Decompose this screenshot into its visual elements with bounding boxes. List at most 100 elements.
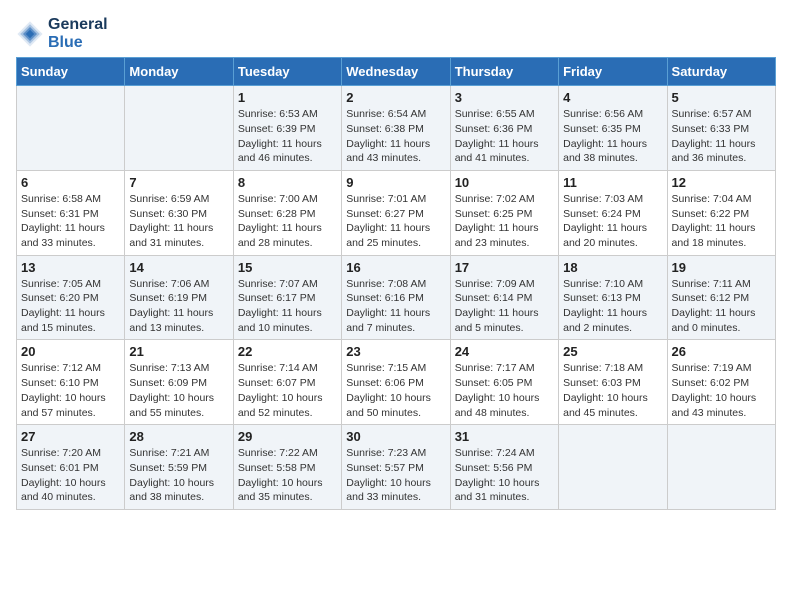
weekday-header-row: SundayMondayTuesdayWednesdayThursdayFrid…: [17, 58, 776, 86]
day-info: Sunrise: 7:09 AM Sunset: 6:14 PM Dayligh…: [455, 277, 554, 336]
day-info: Sunrise: 7:05 AM Sunset: 6:20 PM Dayligh…: [21, 277, 120, 336]
day-info: Sunrise: 7:24 AM Sunset: 5:56 PM Dayligh…: [455, 446, 554, 505]
day-number: 22: [238, 344, 337, 359]
day-number: 14: [129, 260, 228, 275]
day-info: Sunrise: 7:06 AM Sunset: 6:19 PM Dayligh…: [129, 277, 228, 336]
day-number: 13: [21, 260, 120, 275]
calendar-header: SundayMondayTuesdayWednesdayThursdayFrid…: [17, 58, 776, 86]
day-info: Sunrise: 7:10 AM Sunset: 6:13 PM Dayligh…: [563, 277, 662, 336]
day-info: Sunrise: 7:21 AM Sunset: 5:59 PM Dayligh…: [129, 446, 228, 505]
weekday-header-monday: Monday: [125, 58, 233, 86]
day-number: 20: [21, 344, 120, 359]
calendar-day-10: 10 Sunrise: 7:02 AM Sunset: 6:25 PM Dayli…: [450, 170, 558, 255]
day-info: Sunrise: 7:08 AM Sunset: 6:16 PM Dayligh…: [346, 277, 445, 336]
day-number: 5: [672, 90, 771, 105]
day-number: 15: [238, 260, 337, 275]
day-info: Sunrise: 7:18 AM Sunset: 6:03 PM Dayligh…: [563, 361, 662, 420]
day-number: 30: [346, 429, 445, 444]
calendar-week-row: 1 Sunrise: 6:53 AM Sunset: 6:39 PM Daylig…: [17, 86, 776, 171]
logo: General Blue: [16, 16, 108, 51]
empty-day-cell: [17, 86, 125, 171]
calendar-day-2: 2Sunrise: 6:54 AM Sunset: 6:38 PM Daylig…: [342, 86, 450, 171]
day-number: 31: [455, 429, 554, 444]
day-info: Sunrise: 6:55 AM Sunset: 6:36 PM Dayligh…: [455, 107, 554, 166]
calendar-day-9: 9Sunrise: 7:01 AM Sunset: 6:27 PM Daylig…: [342, 170, 450, 255]
calendar-week-row: 13 Sunrise: 7:05 AM Sunset: 6:20 PM Dayli…: [17, 255, 776, 340]
day-info: Sunrise: 7:14 AM Sunset: 6:07 PM Dayligh…: [238, 361, 337, 420]
empty-day-cell: [125, 86, 233, 171]
calendar-day-14: 14 Sunrise: 7:06 AM Sunset: 6:19 PM Dayli…: [125, 255, 233, 340]
calendar-day-5: 5Sunrise: 6:57 AM Sunset: 6:33 PM Daylig…: [667, 86, 775, 171]
day-number: 4: [563, 90, 662, 105]
calendar-day-7: 7 Sunrise: 6:59 AM Sunset: 6:30 PM Daylig…: [125, 170, 233, 255]
day-info: Sunrise: 7:17 AM Sunset: 6:05 PM Dayligh…: [455, 361, 554, 420]
calendar-day-21: 21 Sunrise: 7:13 AM Sunset: 6:09 PM Dayli…: [125, 340, 233, 425]
calendar-day-23: 23 Sunrise: 7:15 AM Sunset: 6:06 PM Dayli…: [342, 340, 450, 425]
day-number: 8: [238, 175, 337, 190]
logo-text: General Blue: [48, 16, 108, 51]
day-info: Sunrise: 7:23 AM Sunset: 5:57 PM Dayligh…: [346, 446, 445, 505]
calendar-week-row: 6Sunrise: 6:58 AM Sunset: 6:31 PM Daylig…: [17, 170, 776, 255]
calendar-day-3: 3 Sunrise: 6:55 AM Sunset: 6:36 PM Daylig…: [450, 86, 558, 171]
calendar-day-18: 18Sunrise: 7:10 AM Sunset: 6:13 PM Dayli…: [559, 255, 667, 340]
logo-icon: [16, 20, 44, 48]
day-number: 23: [346, 344, 445, 359]
calendar-day-6: 6Sunrise: 6:58 AM Sunset: 6:31 PM Daylig…: [17, 170, 125, 255]
calendar-day-8: 8 Sunrise: 7:00 AM Sunset: 6:28 PM Daylig…: [233, 170, 341, 255]
day-number: 19: [672, 260, 771, 275]
day-number: 21: [129, 344, 228, 359]
calendar-day-31: 31 Sunrise: 7:24 AM Sunset: 5:56 PM Dayli…: [450, 425, 558, 510]
day-number: 17: [455, 260, 554, 275]
calendar-day-17: 17 Sunrise: 7:09 AM Sunset: 6:14 PM Dayli…: [450, 255, 558, 340]
day-number: 2: [346, 90, 445, 105]
day-number: 1: [238, 90, 337, 105]
day-info: Sunrise: 6:59 AM Sunset: 6:30 PM Dayligh…: [129, 192, 228, 251]
day-number: 28: [129, 429, 228, 444]
day-number: 24: [455, 344, 554, 359]
day-number: 12: [672, 175, 771, 190]
calendar-week-row: 20 Sunrise: 7:12 AM Sunset: 6:10 PM Dayli…: [17, 340, 776, 425]
day-number: 7: [129, 175, 228, 190]
calendar-day-11: 11 Sunrise: 7:03 AM Sunset: 6:24 PM Dayli…: [559, 170, 667, 255]
day-info: Sunrise: 7:13 AM Sunset: 6:09 PM Dayligh…: [129, 361, 228, 420]
day-info: Sunrise: 7:19 AM Sunset: 6:02 PM Dayligh…: [672, 361, 771, 420]
calendar-day-24: 24 Sunrise: 7:17 AM Sunset: 6:05 PM Dayli…: [450, 340, 558, 425]
day-number: 26: [672, 344, 771, 359]
day-number: 11: [563, 175, 662, 190]
day-number: 9: [346, 175, 445, 190]
day-info: Sunrise: 6:53 AM Sunset: 6:39 PM Dayligh…: [238, 107, 337, 166]
calendar-day-4: 4 Sunrise: 6:56 AM Sunset: 6:35 PM Daylig…: [559, 86, 667, 171]
day-info: Sunrise: 7:15 AM Sunset: 6:06 PM Dayligh…: [346, 361, 445, 420]
calendar-day-30: 30 Sunrise: 7:23 AM Sunset: 5:57 PM Dayli…: [342, 425, 450, 510]
calendar-day-28: 28 Sunrise: 7:21 AM Sunset: 5:59 PM Dayli…: [125, 425, 233, 510]
calendar-day-13: 13 Sunrise: 7:05 AM Sunset: 6:20 PM Dayli…: [17, 255, 125, 340]
weekday-header-saturday: Saturday: [667, 58, 775, 86]
day-info: Sunrise: 7:12 AM Sunset: 6:10 PM Dayligh…: [21, 361, 120, 420]
calendar-day-1: 1 Sunrise: 6:53 AM Sunset: 6:39 PM Daylig…: [233, 86, 341, 171]
day-info: Sunrise: 7:00 AM Sunset: 6:28 PM Dayligh…: [238, 192, 337, 251]
empty-day-cell: [667, 425, 775, 510]
calendar-day-15: 15 Sunrise: 7:07 AM Sunset: 6:17 PM Dayli…: [233, 255, 341, 340]
day-number: 16: [346, 260, 445, 275]
day-number: 6: [21, 175, 120, 190]
calendar-day-20: 20 Sunrise: 7:12 AM Sunset: 6:10 PM Dayli…: [17, 340, 125, 425]
calendar-day-29: 29 Sunrise: 7:22 AM Sunset: 5:58 PM Dayli…: [233, 425, 341, 510]
day-number: 29: [238, 429, 337, 444]
calendar-day-22: 22 Sunrise: 7:14 AM Sunset: 6:07 PM Dayli…: [233, 340, 341, 425]
day-info: Sunrise: 7:04 AM Sunset: 6:22 PM Dayligh…: [672, 192, 771, 251]
day-info: Sunrise: 7:20 AM Sunset: 6:01 PM Dayligh…: [21, 446, 120, 505]
day-info: Sunrise: 7:03 AM Sunset: 6:24 PM Dayligh…: [563, 192, 662, 251]
calendar-day-12: 12 Sunrise: 7:04 AM Sunset: 6:22 PM Dayli…: [667, 170, 775, 255]
day-info: Sunrise: 7:07 AM Sunset: 6:17 PM Dayligh…: [238, 277, 337, 336]
day-info: Sunrise: 6:56 AM Sunset: 6:35 PM Dayligh…: [563, 107, 662, 166]
calendar-day-26: 26 Sunrise: 7:19 AM Sunset: 6:02 PM Dayli…: [667, 340, 775, 425]
day-number: 25: [563, 344, 662, 359]
weekday-header-sunday: Sunday: [17, 58, 125, 86]
day-number: 10: [455, 175, 554, 190]
day-info: Sunrise: 7:02 AM Sunset: 6:25 PM Dayligh…: [455, 192, 554, 251]
calendar-day-27: 27Sunrise: 7:20 AM Sunset: 6:01 PM Dayli…: [17, 425, 125, 510]
day-number: 3: [455, 90, 554, 105]
calendar-day-25: 25 Sunrise: 7:18 AM Sunset: 6:03 PM Dayli…: [559, 340, 667, 425]
day-info: Sunrise: 7:22 AM Sunset: 5:58 PM Dayligh…: [238, 446, 337, 505]
calendar-table: SundayMondayTuesdayWednesdayThursdayFrid…: [16, 57, 776, 510]
